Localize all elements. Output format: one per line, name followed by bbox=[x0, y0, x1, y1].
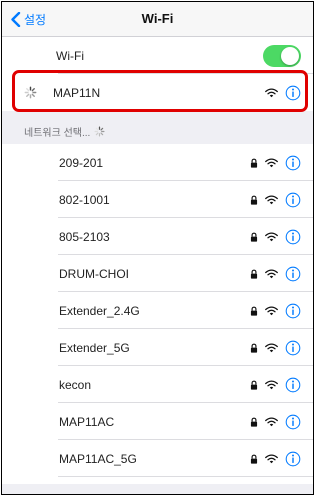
network-row[interactable]: 805-2103 bbox=[2, 218, 313, 255]
wifi-toggle-switch[interactable] bbox=[263, 44, 301, 67]
lock-icon bbox=[250, 306, 258, 316]
network-name: 802-1001 bbox=[59, 192, 110, 207]
wifi-icon bbox=[265, 379, 278, 389]
network-row[interactable]: Extender_2.4G bbox=[2, 292, 313, 329]
network-row[interactable]: MAP11AC bbox=[2, 403, 313, 440]
page-title: Wi-Fi bbox=[141, 11, 174, 26]
network-name: MAP11AC_5G bbox=[59, 451, 137, 466]
info-icon[interactable] bbox=[285, 303, 301, 319]
network-row[interactable]: DRUM-CHOI bbox=[2, 255, 313, 292]
info-icon[interactable] bbox=[285, 340, 301, 356]
info-icon[interactable] bbox=[285, 229, 301, 245]
network-row[interactable]: 209-201 bbox=[2, 144, 313, 181]
lock-icon bbox=[250, 158, 258, 168]
wifi-icon bbox=[265, 157, 278, 167]
toggle-knob bbox=[281, 46, 299, 65]
lock-icon bbox=[250, 417, 258, 427]
info-icon[interactable] bbox=[285, 377, 301, 393]
info-icon[interactable] bbox=[285, 451, 301, 467]
lock-icon bbox=[250, 269, 258, 279]
wifi-icon bbox=[265, 268, 278, 278]
network-name: MAP11AC bbox=[59, 414, 115, 429]
wifi-toggle-label: Wi-Fi bbox=[56, 48, 84, 63]
network-row[interactable]: 802-1001 bbox=[2, 181, 313, 218]
wifi-icon bbox=[265, 194, 278, 204]
wifi-toggle-row: Wi-Fi bbox=[2, 37, 313, 74]
network-row[interactable]: kecon bbox=[2, 366, 313, 403]
network-section-header: 네트워크 선택... bbox=[24, 124, 105, 139]
info-icon[interactable] bbox=[285, 414, 301, 430]
lock-icon bbox=[250, 343, 258, 353]
info-icon[interactable] bbox=[285, 192, 301, 208]
info-icon[interactable] bbox=[285, 266, 301, 282]
network-row[interactable]: MAP11AC_5G bbox=[2, 440, 313, 477]
wifi-icon bbox=[265, 453, 278, 463]
bottom-gap bbox=[2, 484, 313, 494]
wifi-icon bbox=[265, 416, 278, 426]
lock-icon bbox=[250, 380, 258, 390]
lock-icon bbox=[250, 195, 258, 205]
wifi-icon bbox=[265, 305, 278, 315]
highlight-box bbox=[12, 70, 308, 112]
network-name: Extender_5G bbox=[59, 340, 130, 355]
navigation-bar: 설정 Wi-Fi bbox=[2, 2, 313, 37]
spinner-icon bbox=[94, 126, 105, 137]
info-icon[interactable] bbox=[285, 155, 301, 171]
network-name: kecon bbox=[59, 377, 92, 392]
network-list: 209-201 802-1001 805-2103 DRUM-CHOI Exte… bbox=[2, 144, 313, 494]
section-header-label: 네트워크 선택... bbox=[24, 128, 91, 139]
settings-screen: 설정 Wi-Fi Wi-Fi MAP11N 네트워크 선택... 209-201… bbox=[1, 1, 314, 495]
lock-icon bbox=[250, 454, 258, 464]
network-name: 805-2103 bbox=[59, 229, 110, 244]
network-row[interactable]: Extender_5G bbox=[2, 329, 313, 366]
network-name: Extender_2.4G bbox=[59, 303, 140, 318]
network-name: 209-201 bbox=[59, 155, 104, 170]
network-name: DRUM-CHOI bbox=[59, 266, 129, 281]
wifi-icon bbox=[265, 231, 278, 241]
lock-icon bbox=[250, 232, 258, 242]
wifi-icon bbox=[265, 342, 278, 352]
